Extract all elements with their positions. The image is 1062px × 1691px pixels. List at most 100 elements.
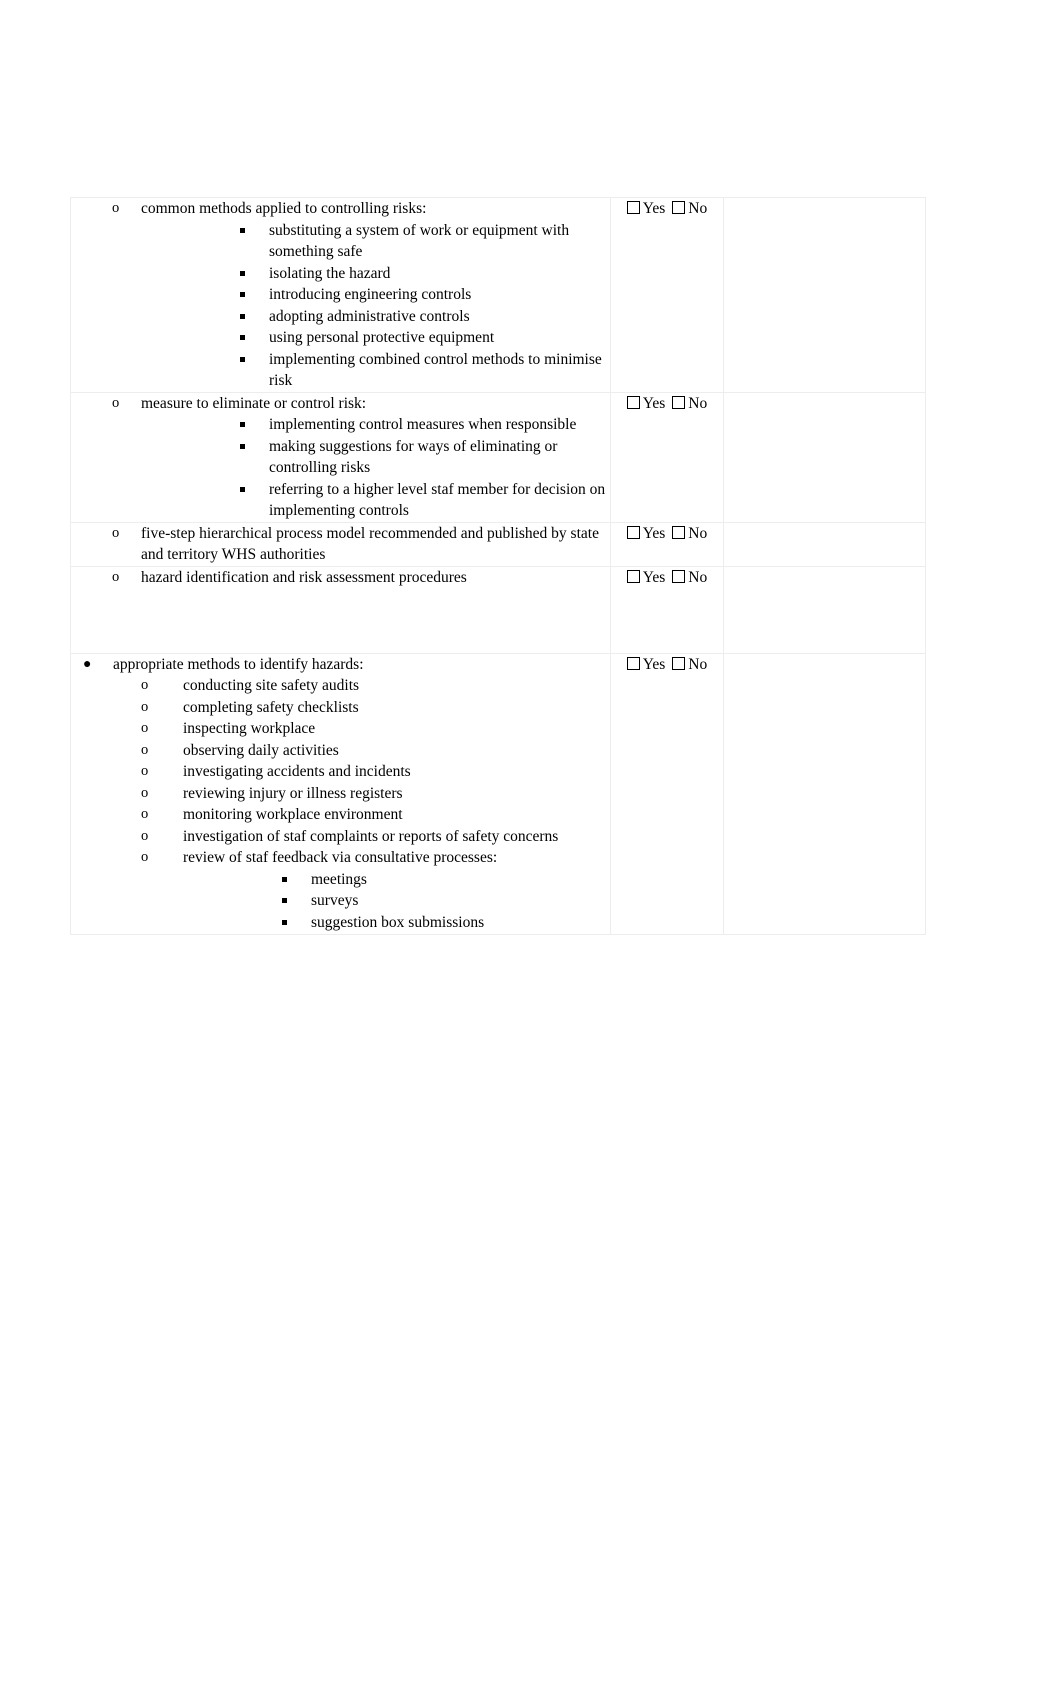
empty-line xyxy=(71,588,610,610)
assessment-checklist-table: o common methods applied to controlling … xyxy=(70,197,926,935)
comments-cell[interactable] xyxy=(723,521,926,567)
no-label: No xyxy=(688,524,708,542)
checkbox-icon[interactable] xyxy=(626,525,640,539)
empty-line xyxy=(71,610,610,632)
level3-marker-icon xyxy=(240,335,250,341)
yes-option[interactable]: Yes xyxy=(626,525,665,542)
yes-option[interactable]: Yes xyxy=(626,200,665,217)
yes-label: Yes xyxy=(642,568,666,586)
checkbox-icon[interactable] xyxy=(672,395,686,409)
list-item-label: making suggestions for ways of eliminati… xyxy=(269,437,558,477)
level3-marker-icon xyxy=(240,227,250,234)
sub-list: implementing control measures when respo… xyxy=(141,414,610,522)
list-item: o investigation of staf complaints or re… xyxy=(113,826,610,848)
list-item: o completing safety checklists xyxy=(113,697,610,719)
criteria-list: o hazard identification and risk assessm… xyxy=(71,567,610,589)
list-item-label: adopting administrative controls xyxy=(269,307,470,325)
list-item: o observing daily activities xyxy=(113,740,610,762)
list-item-label: implementing combined control methods to… xyxy=(269,350,602,390)
list-item-label: isolating the hazard xyxy=(269,264,391,282)
criteria-cell: ● appropriate methods to identify hazard… xyxy=(70,652,611,935)
level2-marker-icon: o xyxy=(112,394,120,411)
checkbox-icon[interactable] xyxy=(626,201,640,214)
no-label: No xyxy=(688,568,708,586)
yes-no-group: Yes No xyxy=(611,393,723,414)
yes-option[interactable]: Yes xyxy=(626,394,666,412)
yes-option[interactable]: Yes xyxy=(626,655,666,673)
list-item: implementing combined control methods to… xyxy=(141,349,610,392)
level2-marker-icon: o xyxy=(112,200,120,216)
no-option[interactable]: No xyxy=(672,569,707,586)
table-body: o common methods applied to controlling … xyxy=(70,197,926,935)
table-row: o common methods applied to controlling … xyxy=(70,197,926,393)
level2-marker-icon: o xyxy=(112,568,120,585)
list-item: o common methods applied to controlling … xyxy=(71,198,610,392)
yes-no-group: Yes No xyxy=(611,567,723,588)
list-item: surveys xyxy=(183,890,610,912)
list-item-label: implementing control measures when respo… xyxy=(269,416,577,433)
level3-marker-icon xyxy=(240,486,250,493)
comments-cell[interactable] xyxy=(723,391,926,523)
list-item: introducing engineering controls xyxy=(141,284,610,306)
answer-cell: Yes No xyxy=(610,565,724,654)
no-label: No xyxy=(688,655,708,673)
level3-marker-icon xyxy=(240,313,250,320)
table-row: ● appropriate methods to identify hazard… xyxy=(70,652,926,935)
list-item-label: conducting site safety audits xyxy=(183,677,360,694)
list-item-label: investigation of staf complaints or repo… xyxy=(183,827,559,845)
list-item: referring to a higher level staf member … xyxy=(141,479,610,522)
no-option[interactable]: No xyxy=(672,395,707,412)
list-item-label: hazard identification and risk assessmen… xyxy=(141,568,467,586)
list-item: o conducting site safety audits xyxy=(113,675,610,697)
yes-no-group: Yes No xyxy=(611,198,723,219)
list-item: o monitoring workplace environment xyxy=(113,804,610,826)
checkbox-icon[interactable] xyxy=(672,656,686,670)
level2-marker-icon: o xyxy=(141,784,149,801)
level2-marker-icon: o xyxy=(141,741,149,758)
list-item-label: surveys xyxy=(311,892,359,909)
table-row: o measure to eliminate or control risk: … xyxy=(70,391,926,523)
level2-marker-icon: o xyxy=(141,677,149,693)
list-item-label: introducing engineering controls xyxy=(269,286,472,303)
criteria-list: o measure to eliminate or control risk: … xyxy=(71,393,610,522)
level3-marker-icon xyxy=(240,292,250,298)
comments-cell[interactable] xyxy=(723,652,926,935)
list-item: o measure to eliminate or control risk: … xyxy=(71,393,610,522)
level1-marker-icon: ● xyxy=(83,656,92,672)
no-option[interactable]: No xyxy=(672,656,707,673)
level3-marker-icon xyxy=(282,898,292,904)
no-option[interactable]: No xyxy=(672,200,707,217)
comments-cell[interactable] xyxy=(723,565,926,654)
list-item: o five-step hierarchical process model r… xyxy=(71,523,610,566)
comments-cell[interactable] xyxy=(723,197,926,393)
sub-list: meetings surveys suggestion box submissi… xyxy=(183,869,610,934)
list-item: making suggestions for ways of eliminati… xyxy=(141,436,610,479)
level2-marker-icon: o xyxy=(141,849,149,865)
level2-marker-icon: o xyxy=(141,763,149,779)
yes-option[interactable]: Yes xyxy=(626,568,666,586)
checkbox-icon[interactable] xyxy=(672,525,686,539)
answer-cell: Yes No xyxy=(610,652,724,935)
checkbox-icon[interactable] xyxy=(626,395,640,409)
list-item-label: review of staf feedback via consultative… xyxy=(183,849,498,866)
answer-cell: Yes No xyxy=(610,197,724,393)
no-option[interactable]: No xyxy=(672,525,707,542)
list-item-label: meetings xyxy=(311,870,367,888)
criteria-list: o five-step hierarchical process model r… xyxy=(71,523,610,566)
list-item-label: substituting a system of work or equipme… xyxy=(269,221,570,261)
checkbox-icon[interactable] xyxy=(672,201,686,214)
criteria-cell: o hazard identification and risk assessm… xyxy=(70,565,611,654)
level2-marker-icon: o xyxy=(141,698,149,715)
list-item: meetings xyxy=(183,869,610,891)
list-item-label: inspecting workplace xyxy=(183,720,316,737)
checkbox-icon[interactable] xyxy=(672,569,686,583)
level3-marker-icon xyxy=(282,919,292,926)
yes-label: Yes xyxy=(642,655,666,673)
checkbox-icon[interactable] xyxy=(626,569,640,583)
criteria-cell: o five-step hierarchical process model r… xyxy=(70,521,611,567)
list-item-label: observing daily activities xyxy=(183,741,339,759)
list-item-label: referring to a higher level staf member … xyxy=(269,480,606,520)
checkbox-icon[interactable] xyxy=(626,656,640,670)
yes-label: Yes xyxy=(642,394,666,412)
list-item-label: using personal protective equipment xyxy=(269,329,495,346)
